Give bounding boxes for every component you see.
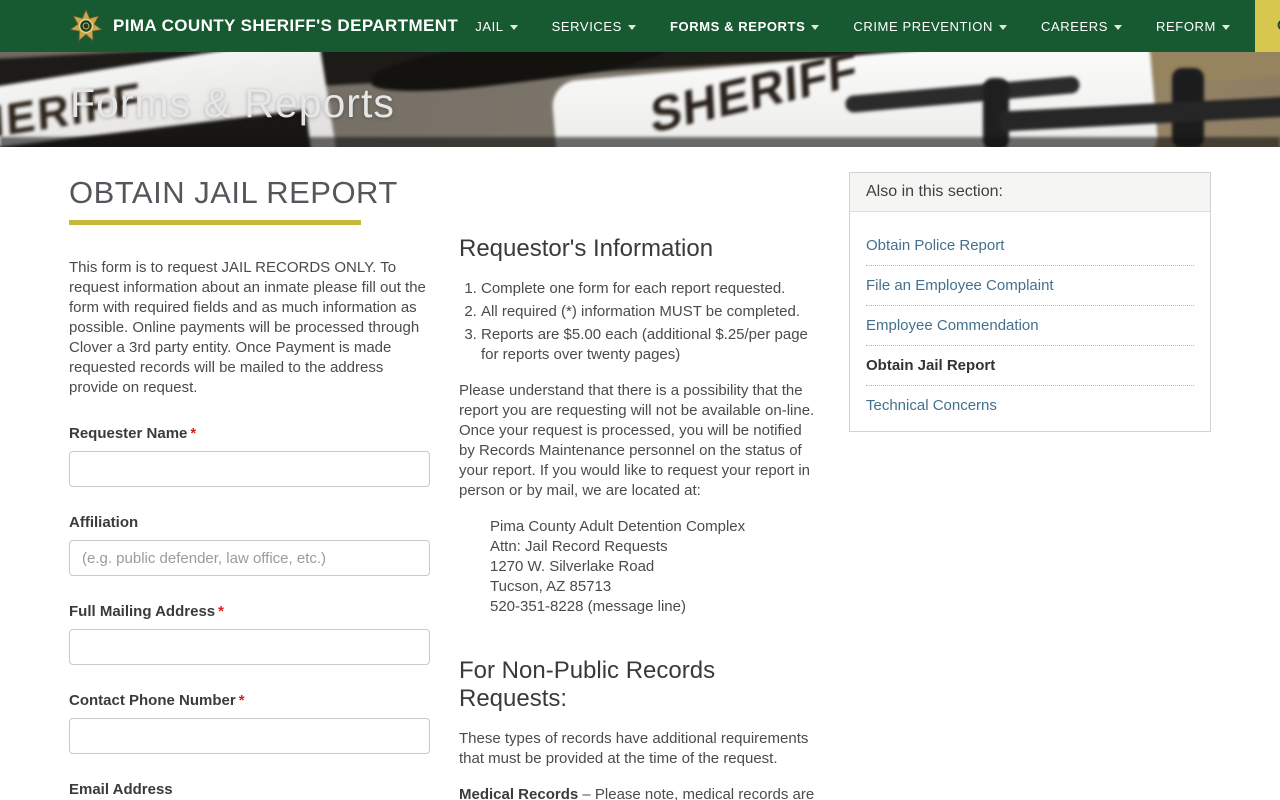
sidebar-link-file-employee-complaint[interactable]: File an Employee Complaint [866,266,1194,306]
sidebar-heading: Also in this section: [850,173,1210,212]
affiliation-input[interactable] [69,540,430,576]
full-mailing-address-input[interactable] [69,629,430,665]
required-marker: * [238,692,245,709]
email-address-label: Email Address [69,781,430,798]
caret-down-icon [998,24,1007,30]
full-mailing-address-label: Full Mailing Address * [69,603,430,620]
address-line: Pima County Adult Detention Complex [490,518,746,535]
contact-phone-input[interactable] [69,718,430,754]
list-item: Complete one form for each report reques… [481,279,820,299]
nav-item-label: REFORM [1156,18,1216,34]
caret-down-icon [1114,24,1123,30]
top-navbar: PIMA COUNTY SHERIFF'S DEPARTMENT JAIL SE… [0,0,1280,52]
requester-name-input[interactable] [69,451,430,487]
availability-note: Please understand that there is a possib… [459,382,815,499]
sidebar-link-list: Obtain Police Report File an Employee Co… [850,212,1210,431]
detention-complex-address: Pima County Adult Detention Complex Attn… [490,517,820,617]
sidebar-link-employee-commendation[interactable]: Employee Commendation [866,306,1194,346]
nonpublic-records-heading: For Non-Public Records Requests: [459,657,716,712]
also-in-section-box: Also in this section: Obtain Police Repo… [849,172,1211,432]
field-email-address: Email Address [69,781,430,800]
caret-down-icon [509,24,518,30]
caret-down-icon [811,24,820,30]
affiliation-label: Affiliation [69,514,430,531]
main-content: OBTAIN JAIL REPORT This form is to reque… [0,147,1280,800]
nav-item-careers[interactable]: CAREERS [1024,0,1139,52]
field-requester-name: Requester Name * [69,425,430,487]
medical-records-lead: Medical Records [459,786,579,800]
required-marker: * [190,425,197,442]
main-nav: JAIL SERVICES FORMS & REPORTS CRIME PREV… [458,0,1280,52]
field-label-text: Email Address [69,781,173,798]
requestor-info-heading: Requestor's Information [459,235,714,262]
caret-down-icon [1221,24,1230,30]
nav-item-crime-prevention[interactable]: CRIME PREVENTION [836,0,1024,52]
sidebar-link-obtain-jail-report-current: Obtain Jail Report [866,346,1194,386]
nav-item-jail[interactable]: JAIL [458,0,534,52]
list-item: All required (*) information MUST be com… [481,302,820,322]
brand[interactable]: PIMA COUNTY SHERIFF'S DEPARTMENT [0,0,458,52]
address-line: 1270 W. Silverlake Road [490,558,655,575]
sheriff-star-logo-icon [69,9,103,42]
nav-item-reform[interactable]: REFORM [1139,0,1247,52]
address-line: 520-351-8228 (message line) [490,598,686,615]
list-item: Reports are $5.00 each (additional $.25/… [481,325,820,365]
field-label-text: Requester Name [69,425,188,442]
search-button[interactable]: SEARCH [1254,0,1280,52]
sidebar-link-technical-concerns[interactable]: Technical Concerns [866,386,1194,425]
address-line: Attn: Jail Record Requests [490,538,668,555]
section-sidebar: Also in this section: Obtain Police Repo… [849,147,1211,800]
requester-name-label: Requester Name * [69,425,430,442]
contact-phone-label: Contact Phone Number * [69,692,430,709]
field-full-mailing-address: Full Mailing Address * [69,603,430,665]
nav-item-label: SERVICES [551,18,622,34]
address-line: Tucson, AZ 85713 [490,578,612,595]
caret-down-icon [627,24,636,30]
field-label-text: Full Mailing Address [69,603,216,620]
field-label-text: Affiliation [69,514,139,531]
jail-report-form-column: OBTAIN JAIL REPORT This form is to reque… [69,147,430,800]
hero-section-title: Forms & Reports [70,80,395,126]
nav-item-label: JAIL [475,18,504,34]
field-affiliation: Affiliation [69,514,430,576]
nonpublic-intro-text: These types of records have additional r… [459,730,809,767]
nav-item-label: CAREERS [1040,18,1109,34]
brand-title: PIMA COUNTY SHERIFF'S DEPARTMENT [113,16,459,35]
nav-item-label: CRIME PREVENTION [853,18,993,34]
requestor-steps-list: Complete one form for each report reques… [459,279,820,365]
nav-item-label: FORMS & REPORTS [669,18,806,34]
nav-item-forms-reports[interactable]: FORMS & REPORTS [653,0,836,52]
sidebar-link-obtain-police-report[interactable]: Obtain Police Report [866,226,1194,266]
requestor-info-column: Requestor's Information Complete one for… [459,147,820,800]
hero-banner: HERIFF SHERIFF Forms & Reports [0,52,1280,147]
form-intro-text: This form is to request JAIL RECORDS ONL… [69,259,426,396]
field-contact-phone: Contact Phone Number * [69,692,430,754]
nav-item-services[interactable]: SERVICES [535,0,653,52]
field-label-text: Contact Phone Number [69,692,236,709]
page-title: OBTAIN JAIL REPORT [69,175,398,210]
required-marker: * [218,603,224,620]
hero-bottom-shadow [0,137,1280,147]
title-accent-rule [69,220,361,225]
medical-records-note: Medical Records – Please note, medical r… [459,785,820,800]
